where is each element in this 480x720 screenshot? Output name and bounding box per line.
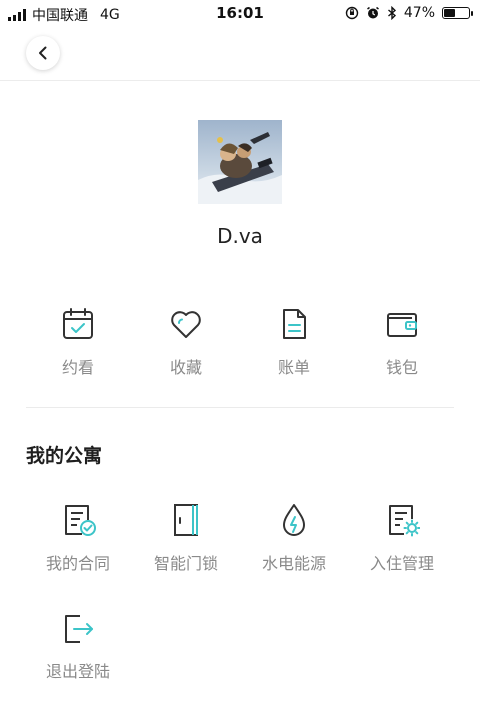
item-label: 我的合同 (45, 554, 110, 573)
item-utilities[interactable]: 水电能源 (240, 500, 348, 574)
quick-actions: 约看 收藏 账单 钱包 (24, 304, 456, 378)
item-label: 智能门锁 (153, 554, 218, 573)
nav-bar (0, 28, 480, 81)
orientation-lock-icon (345, 6, 359, 20)
battery-icon (442, 7, 473, 19)
apartment-grid: 我的合同 智能门锁 水电能源 入住管理 (24, 500, 456, 574)
action-label: 账单 (277, 358, 310, 377)
back-button[interactable] (26, 36, 60, 70)
calendar-check-icon (58, 304, 98, 344)
chevron-left-icon (39, 46, 47, 60)
bill-icon (274, 304, 314, 344)
item-label: 退出登陆 (45, 662, 110, 681)
water-bolt-icon (274, 500, 314, 540)
status-bar: 中国联通 4G 16:01 47% (0, 0, 480, 28)
door-icon (166, 500, 206, 540)
item-label: 入住管理 (369, 554, 434, 573)
action-appointment[interactable]: 约看 (24, 304, 132, 378)
wallet-icon (382, 304, 422, 344)
alarm-icon (366, 6, 379, 19)
item-smart-lock[interactable]: 智能门锁 (132, 500, 240, 574)
bluetooth-icon (387, 6, 396, 20)
username: D.va (217, 224, 263, 248)
apartment-grid-row-2: 退出登陆 (24, 608, 456, 682)
action-label: 钱包 (385, 358, 418, 377)
action-favorites[interactable]: 收藏 (132, 304, 240, 378)
action-wallet[interactable]: 钱包 (348, 304, 456, 378)
section-title: 我的公寓 (26, 445, 103, 467)
action-label: 收藏 (169, 358, 202, 377)
item-contract[interactable]: 我的合同 (24, 500, 132, 574)
avatar-image (198, 120, 282, 204)
item-checkin[interactable]: 入住管理 (348, 500, 456, 574)
section-divider (26, 407, 454, 408)
action-label: 约看 (61, 358, 94, 377)
heart-icon (166, 304, 206, 344)
item-label: 水电能源 (261, 554, 326, 573)
status-right: 47% (345, 5, 473, 21)
document-gear-icon (382, 500, 422, 540)
action-bills[interactable]: 账单 (240, 304, 348, 378)
logout-icon (58, 608, 98, 648)
contract-check-icon (58, 500, 98, 540)
avatar[interactable] (198, 120, 282, 204)
item-logout[interactable]: 退出登陆 (24, 608, 132, 682)
battery-percent: 47% (403, 5, 435, 21)
